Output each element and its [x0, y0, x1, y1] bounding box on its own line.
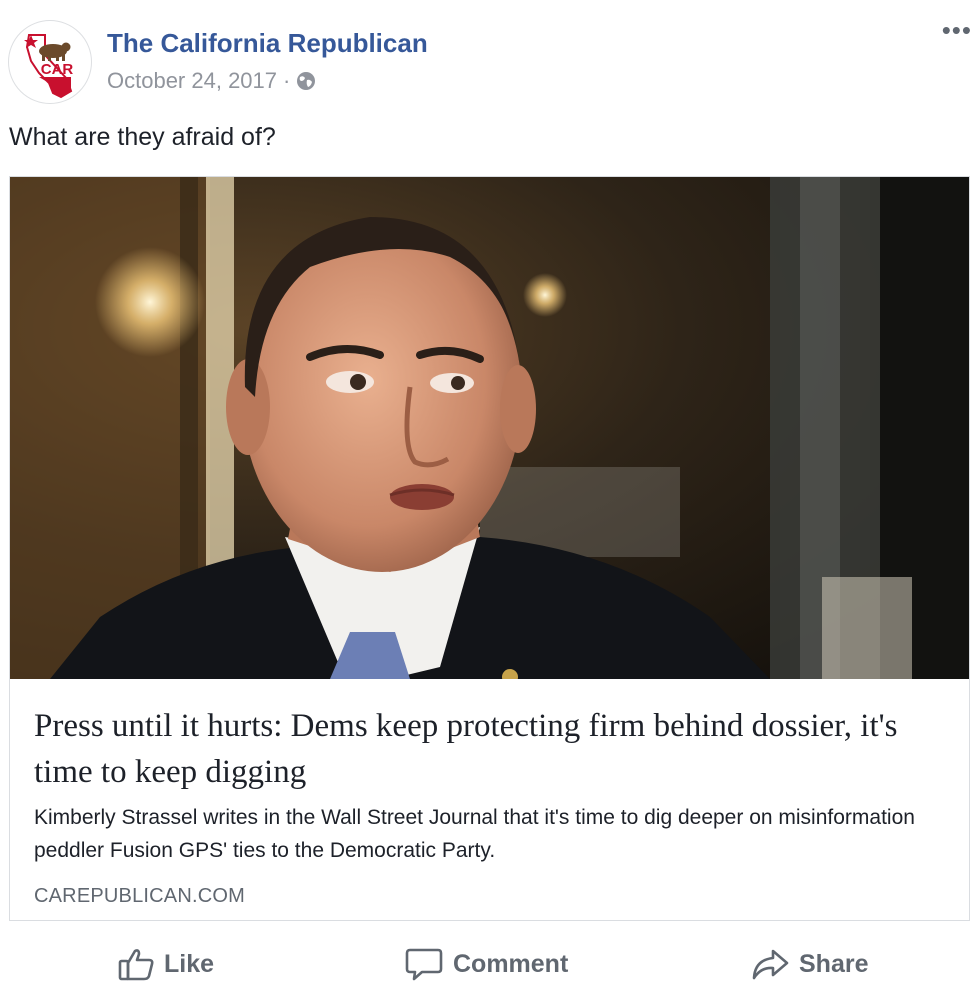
- share-arrow-icon: [752, 949, 789, 980]
- post-header: CAR The California Republican October 24…: [8, 17, 972, 104]
- post-message: What are they afraid of?: [9, 123, 276, 151]
- link-description: Kimberly Strassel writes in the Wall Str…: [34, 806, 915, 862]
- comment-label: Comment: [453, 949, 569, 978]
- thumbs-up-icon: [118, 949, 154, 981]
- link-preview-body: Press until it hurts: Dems keep protecti…: [10, 679, 969, 920]
- globe-icon[interactable]: [296, 71, 316, 91]
- post-actions-bar: Like Comment Share: [0, 936, 980, 994]
- meta-separator: ·: [283, 68, 291, 93]
- link-preview-image[interactable]: [10, 177, 969, 679]
- like-label: Like: [164, 949, 215, 978]
- post-date[interactable]: October 24, 2017: [107, 68, 277, 94]
- link-domain: CAREPUBLICAN.COM: [34, 885, 246, 907]
- page-avatar[interactable]: CAR: [8, 20, 92, 104]
- man-in-suit-photo: [10, 177, 969, 679]
- share-button[interactable]: Share: [751, 944, 868, 984]
- california-republican-logo: CAR: [10, 22, 90, 102]
- like-button[interactable]: Like: [118, 944, 214, 984]
- page-name-link[interactable]: The California Republican: [107, 28, 428, 59]
- post-meta: October 24, 2017 ·: [107, 68, 316, 94]
- logo-text: CAR: [41, 61, 74, 78]
- link-preview-card[interactable]: Press until it hurts: Dems keep protecti…: [9, 176, 970, 921]
- comment-button[interactable]: Comment: [405, 944, 568, 984]
- share-label: Share: [799, 949, 869, 978]
- link-title[interactable]: Press until it hurts: Dems keep protecti…: [34, 703, 944, 795]
- more-options-button[interactable]: •••: [942, 17, 972, 43]
- comment-bubble-icon: [405, 948, 443, 981]
